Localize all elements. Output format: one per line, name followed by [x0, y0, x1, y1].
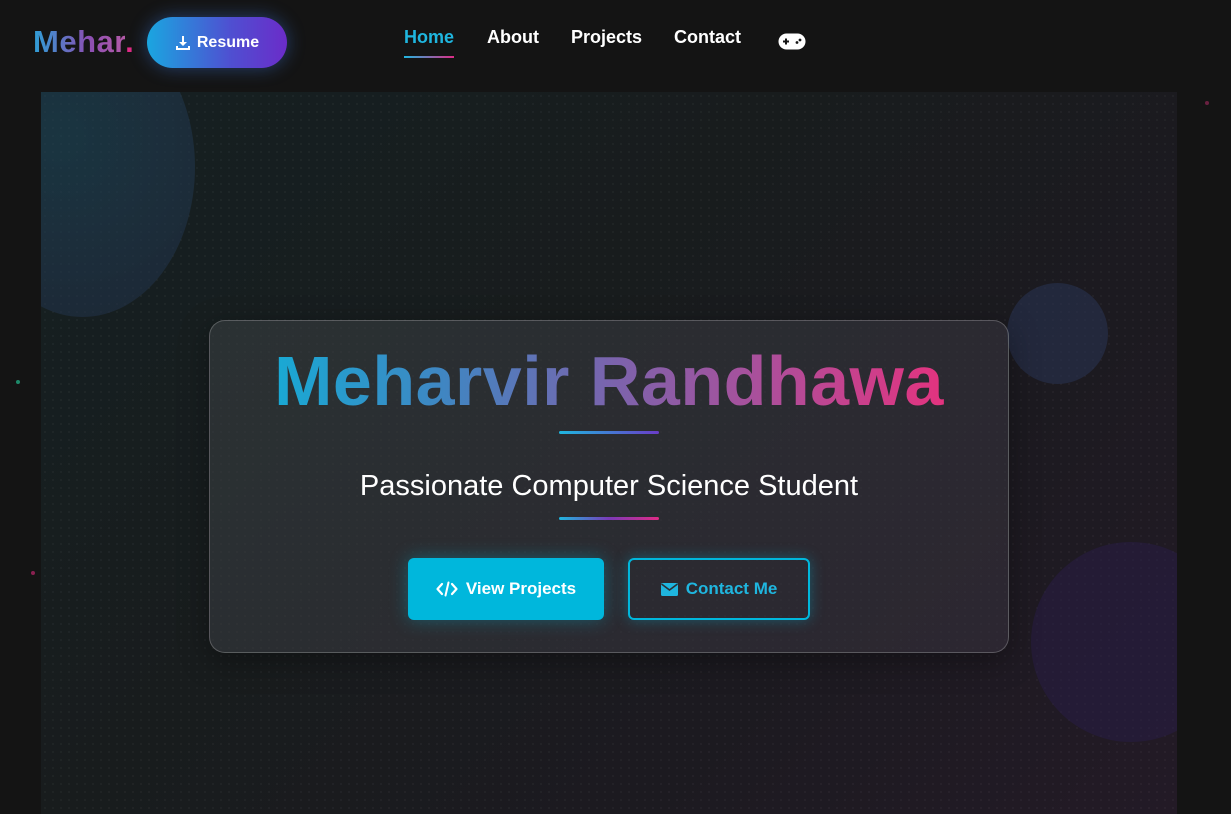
- hero-section: Meharvir Randhawa Passionate Computer Sc…: [41, 92, 1177, 814]
- logo-text: Mehar: [33, 24, 126, 59]
- view-projects-button[interactable]: View Projects: [408, 558, 604, 620]
- decor-circle: [41, 92, 195, 317]
- logo[interactable]: Mehar.: [33, 24, 134, 60]
- envelope-icon: [660, 582, 678, 596]
- hero-subtitle: Passionate Computer Science Student: [359, 470, 859, 502]
- subtitle-divider: [559, 517, 659, 520]
- contact-me-label: Contact Me: [685, 579, 778, 598]
- nav-link-about[interactable]: About: [487, 26, 539, 58]
- hero-card: Meharvir Randhawa Passionate Computer Sc…: [209, 320, 1009, 653]
- logo-dot: .: [125, 24, 135, 59]
- resume-button[interactable]: Resume: [147, 17, 287, 68]
- nav-link-home[interactable]: Home: [404, 26, 455, 58]
- download-icon: [175, 35, 191, 51]
- nav-link-projects[interactable]: Projects: [571, 26, 642, 58]
- resume-label: Resume: [196, 33, 260, 51]
- decor-particle: [31, 571, 35, 575]
- decor-particle: [16, 380, 20, 384]
- hero-name-text: Meharvir Randhawa: [274, 342, 944, 420]
- gamepad-icon[interactable]: [778, 33, 806, 50]
- navbar: Mehar. Resume Home About Projects Contac…: [0, 0, 1231, 86]
- hero-name: Meharvir Randhawa: [210, 341, 1008, 421]
- decor-circle: [1007, 283, 1108, 384]
- title-divider: [559, 431, 659, 434]
- nav-link-contact[interactable]: Contact: [674, 26, 741, 58]
- nav-links: Home About Projects Contact: [404, 26, 741, 58]
- decor-circle: [1031, 542, 1177, 742]
- code-icon: [436, 581, 458, 597]
- decor-particle: [1205, 101, 1209, 105]
- view-projects-label: View Projects: [465, 579, 577, 598]
- contact-me-button[interactable]: Contact Me: [628, 558, 810, 620]
